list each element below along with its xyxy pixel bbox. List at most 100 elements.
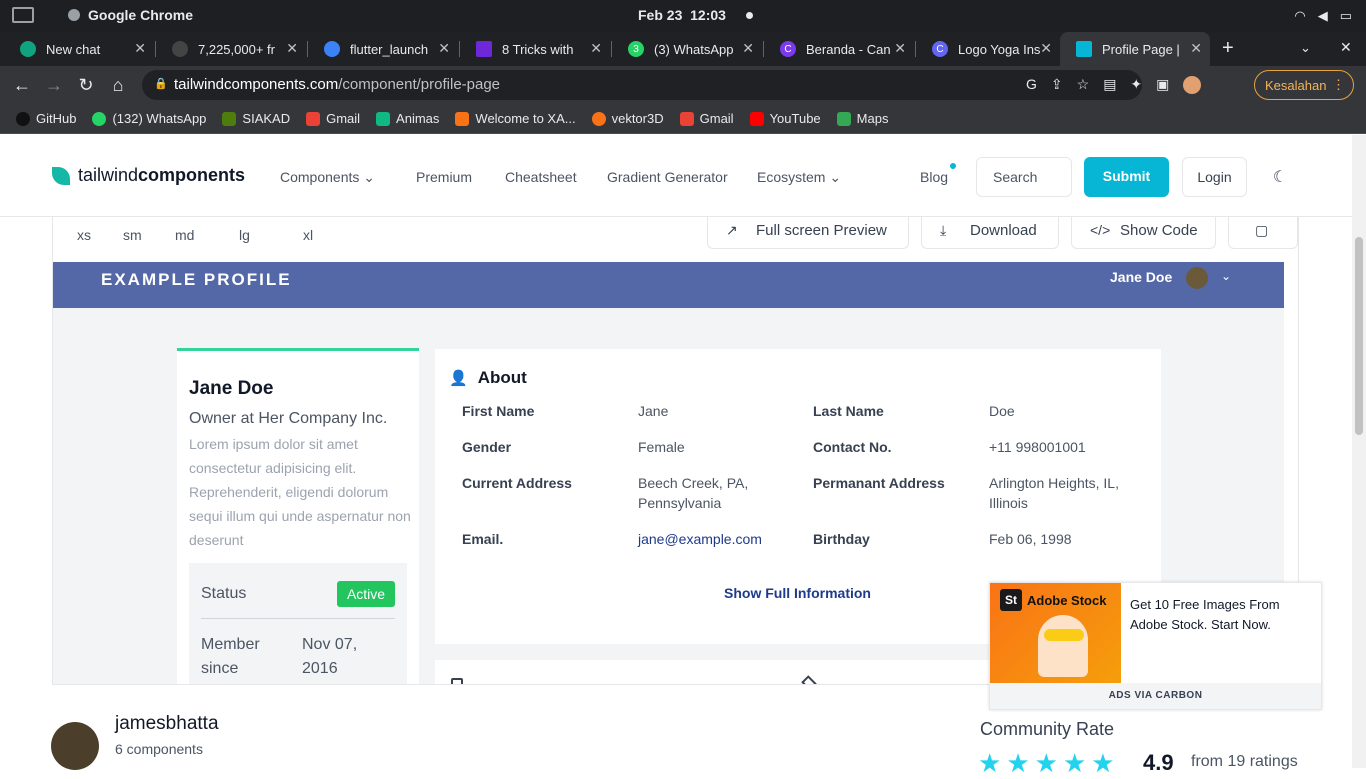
close-window-icon[interactable]: ✕: [1340, 39, 1352, 56]
close-tab-icon[interactable]: ✕: [286, 40, 298, 57]
tab[interactable]: 7,225,000+ fr ✕: [156, 32, 306, 66]
avatar[interactable]: [1186, 267, 1208, 289]
profile-nav-user[interactable]: Jane Doe: [1110, 269, 1172, 285]
canva-icon: C: [932, 41, 948, 57]
close-tab-icon[interactable]: ✕: [742, 40, 754, 57]
tab[interactable]: 8 Tricks with ✕: [460, 32, 610, 66]
tab-active[interactable]: Profile Page | ✕: [1060, 32, 1210, 66]
breakpoint-lg[interactable]: lg: [239, 227, 250, 243]
ads-via-carbon[interactable]: ADS VIA CARBON: [990, 683, 1321, 709]
fullscreen-preview-button[interactable]: ↗ Full screen Preview: [707, 217, 909, 249]
google-icon[interactable]: G: [1026, 76, 1037, 94]
clock[interactable]: Feb 23 12:03: [638, 7, 726, 23]
breakpoint-xs[interactable]: xs: [77, 227, 91, 243]
site-logo[interactable]: tailwindcomponents: [52, 165, 245, 186]
close-tab-icon[interactable]: ✕: [894, 40, 906, 57]
bookmark[interactable]: GitHub: [16, 111, 76, 126]
bookmark[interactable]: (132) WhatsApp: [92, 111, 206, 126]
about-title: About: [477, 368, 527, 387]
copy-icon: ▢: [1255, 222, 1269, 238]
nav-components[interactable]: Components ⌄: [280, 169, 375, 186]
gmail-icon: [679, 111, 694, 126]
dark-mode-icon[interactable]: ☾: [1261, 157, 1299, 197]
github-icon: [16, 111, 30, 126]
breakpoint-xl[interactable]: xl: [303, 227, 313, 243]
back-icon[interactable]: ←: [12, 75, 32, 96]
bookmark-label: SIAKAD: [242, 111, 291, 126]
page-scrollbar[interactable]: [1352, 135, 1366, 768]
url-field[interactable]: 🔒 tailwindcomponents.com/component/profi…: [142, 70, 1142, 100]
bookmark[interactable]: Gmail: [306, 111, 360, 126]
reload-icon[interactable]: ↻: [76, 75, 96, 96]
openai-icon: [20, 41, 36, 57]
download-button[interactable]: ⤓ Download: [921, 217, 1059, 249]
nav-premium[interactable]: Premium: [416, 169, 472, 185]
bookmark[interactable]: YouTube: [749, 111, 821, 126]
tab-search-icon[interactable]: ⌄: [1300, 40, 1311, 56]
author-name[interactable]: jamesbhatta: [115, 713, 219, 735]
puzzle-icon[interactable]: ✦: [1130, 76, 1142, 94]
active-app[interactable]: Google Chrome: [12, 7, 193, 23]
breakpoint-sm[interactable]: sm: [123, 227, 142, 243]
chevron-down-icon: ⌄: [363, 169, 376, 185]
star-icon[interactable]: ☆: [1077, 76, 1090, 94]
tab[interactable]: C Logo Yoga Ins ✕: [916, 32, 1060, 66]
email-link[interactable]: jane@example.com: [638, 529, 788, 549]
tab[interactable]: New chat ✕: [4, 32, 154, 66]
copy-button[interactable]: ▢: [1228, 217, 1298, 249]
nav-gradient-generator[interactable]: Gradient Generator: [607, 169, 728, 185]
bookmark[interactable]: Animas: [376, 111, 439, 126]
close-tab-icon[interactable]: ✕: [1190, 40, 1202, 57]
star-icon: ★: [978, 748, 1007, 778]
tab[interactable]: 3 (3) WhatsApp ✕: [612, 32, 762, 66]
youtube-icon: [749, 111, 764, 126]
nav-cheatsheet[interactable]: Cheatsheet: [505, 169, 577, 185]
tab[interactable]: flutter_launch ✕: [308, 32, 458, 66]
extension-icon[interactable]: ▤: [1103, 76, 1116, 94]
scrollbar-thumb[interactable]: [1355, 237, 1363, 435]
error-button[interactable]: Kesalahan ⋮: [1254, 70, 1354, 100]
flutter-icon: [324, 41, 340, 57]
ad-image: St Adobe Stock: [990, 583, 1121, 683]
date: Feb 23: [638, 7, 683, 23]
system-tray[interactable]: ◠ ◀ ▭: [1294, 8, 1352, 24]
rating-stars[interactable]: ★★★★★: [978, 748, 1120, 779]
new-tab-icon[interactable]: +: [1222, 37, 1234, 60]
window-icon: [12, 7, 34, 23]
menu-icon: ⋮: [1332, 77, 1345, 92]
nav-blog[interactable]: Blog: [920, 169, 948, 185]
carbon-ad[interactable]: St Adobe Stock Get 10 Free Images From Ad…: [989, 582, 1322, 710]
show-code-button[interactable]: </> Show Code: [1071, 217, 1216, 249]
close-tab-icon[interactable]: ✕: [134, 40, 146, 57]
close-tab-icon[interactable]: ✕: [590, 40, 602, 57]
close-tab-icon[interactable]: ✕: [438, 40, 450, 57]
profile-avatar-icon[interactable]: [1183, 76, 1202, 94]
share-icon[interactable]: ⇪: [1051, 76, 1063, 94]
ad-person-image: [1038, 615, 1088, 677]
bookmark[interactable]: Gmail: [679, 111, 734, 126]
nav-ecosystem[interactable]: Ecosystem ⌄: [757, 169, 841, 186]
bookmark[interactable]: Welcome to XA...: [455, 111, 576, 126]
sidepanel-icon[interactable]: ▣: [1156, 76, 1169, 94]
author-components: 6 components: [115, 741, 203, 757]
volume-icon: ◀: [1317, 8, 1328, 23]
chevron-down-icon[interactable]: ⌄: [1221, 269, 1231, 283]
bookmark[interactable]: vektor3D: [591, 111, 664, 126]
submit-button[interactable]: Submit: [1084, 157, 1169, 197]
bookmark[interactable]: SIAKAD: [222, 111, 290, 126]
close-tab-icon[interactable]: ✕: [1040, 40, 1052, 57]
bookmark[interactable]: Maps: [836, 111, 888, 126]
breakpoint-md[interactable]: md: [175, 227, 194, 243]
home-icon[interactable]: ⌂: [108, 75, 128, 96]
ad-text: Get 10 Free Images From Adobe Stock. Sta…: [1130, 597, 1280, 632]
login-button[interactable]: Login: [1182, 157, 1247, 197]
whatsapp-icon: 3: [628, 41, 644, 57]
star-icon: ★: [1091, 748, 1120, 778]
tab[interactable]: C Beranda - Can ✕: [764, 32, 914, 66]
forward-icon[interactable]: →: [44, 75, 64, 96]
show-full-information-button[interactable]: Show Full Information: [724, 585, 871, 601]
author-avatar[interactable]: [51, 722, 99, 770]
profile-nav-title[interactable]: EXAMPLE PROFILE: [101, 270, 292, 290]
rating-value: 4.9: [1143, 750, 1174, 775]
search-input[interactable]: Search: [976, 157, 1072, 197]
